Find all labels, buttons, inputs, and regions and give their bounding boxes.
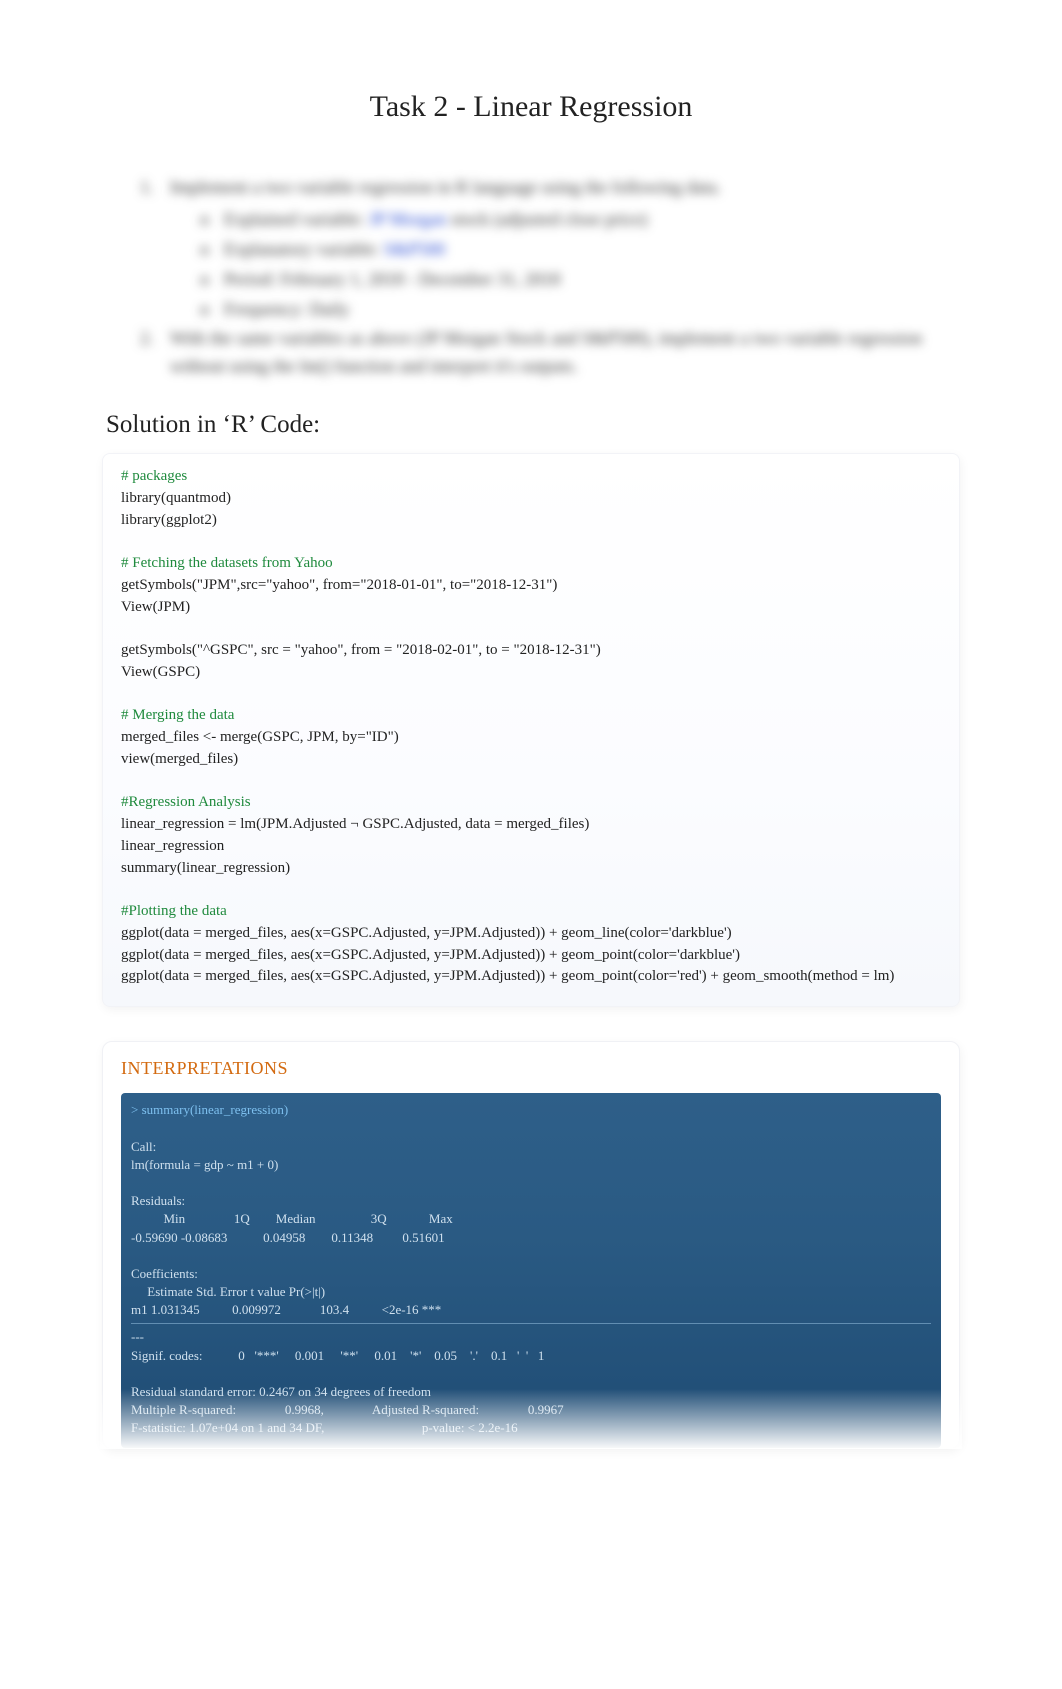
console-line: Residual standard error: 0.2467 on 34 de… (131, 1383, 931, 1401)
code-line: linear_regression (121, 836, 941, 858)
console-line: lm(formula = gdp ~ m1 + 0) (131, 1156, 931, 1174)
console-line (131, 1365, 931, 1383)
question-subitem-text: Frequency: Daily (224, 296, 922, 324)
code-line (121, 684, 941, 706)
console-line: Coefficients: (131, 1265, 931, 1283)
r-console-output: > summary(linear_regression) Call:lm(for… (121, 1093, 941, 1447)
question-block: 1.Implement a two variable regression in… (100, 174, 962, 381)
console-line (131, 1247, 931, 1265)
page: Task 2 - Linear Regression 1.Implement a… (0, 0, 1062, 1689)
code-line: ggplot(data = merged_files, aes(x=GSPC.A… (121, 945, 941, 967)
console-divider (131, 1323, 931, 1324)
code-line (121, 879, 941, 901)
console-line: Min 1Q Median 3Q Max (131, 1210, 931, 1228)
code-line: ggplot(data = merged_files, aes(x=GSPC.A… (121, 923, 941, 945)
code-card: # packageslibrary(quantmod)library(ggplo… (102, 453, 960, 1007)
console-line: --- (131, 1328, 931, 1346)
console-line: > summary(linear_regression) (131, 1101, 931, 1119)
question-text: With the same variables as above (JP Mor… (170, 325, 922, 381)
code-line: getSymbols("JPM",src="yahoo", from="2018… (121, 575, 941, 597)
solution-heading: Solution in ‘R’ Code: (106, 411, 962, 439)
console-line (131, 1119, 931, 1137)
question-subitem: oExplained variable: JP Morgan stock (ad… (200, 206, 922, 234)
code-line (121, 531, 941, 553)
code-line: View(GSPC) (121, 662, 941, 684)
interpretations-card: INTERPRETATIONS > summary(linear_regress… (102, 1041, 960, 1448)
question-subitem: oFrequency: Daily (200, 296, 922, 324)
code-comment: #Plotting the data (121, 901, 941, 923)
question-subitem-text: Explained variable: JP Morgan stock (adj… (224, 206, 922, 234)
code-line (121, 618, 941, 640)
question-subitem-text: Period: February 1, 2018 - December 31, … (224, 266, 922, 294)
console-line: Signif. codes: 0 '***' 0.001 '**' 0.01 '… (131, 1347, 931, 1365)
question-text: Implement a two variable regression in R… (170, 174, 922, 202)
question-item: 1.Implement a two variable regression in… (140, 174, 922, 202)
question-number: 2. (140, 325, 170, 381)
console-line: Call: (131, 1138, 931, 1156)
bullet-icon: o (200, 236, 224, 264)
page-title: Task 2 - Linear Regression (100, 90, 962, 124)
console-line: Multiple R-squared: 0.9968, Adjusted R-s… (131, 1401, 931, 1419)
code-comment: # Fetching the datasets from Yahoo (121, 553, 941, 575)
code-comment: # Merging the data (121, 705, 941, 727)
question-subitem: oExplanatory variable: S&P500 (200, 236, 922, 264)
code-line (121, 771, 941, 793)
question-subitem: oPeriod: February 1, 2018 - December 31,… (200, 266, 922, 294)
code-line: linear_regression = lm(JPM.Adjusted ¬ GS… (121, 814, 941, 836)
question-item: 2.With the same variables as above (JP M… (140, 325, 922, 381)
code-line: View(JPM) (121, 597, 941, 619)
console-line: Estimate Std. Error t value Pr(>|t|) (131, 1283, 931, 1301)
code-line: merged_files <- merge(GSPC, JPM, by="ID"… (121, 727, 941, 749)
bullet-icon: o (200, 206, 224, 234)
code-comment: # packages (121, 466, 941, 488)
console-line (131, 1174, 931, 1192)
interpretations-heading: INTERPRETATIONS (121, 1058, 941, 1079)
bullet-icon: o (200, 296, 224, 324)
question-subitem-text: Explanatory variable: S&P500 (224, 236, 922, 264)
code-line: ggplot(data = merged_files, aes(x=GSPC.A… (121, 966, 941, 988)
code-line: view(merged_files) (121, 749, 941, 771)
console-line: -0.59690 -0.08683 0.04958 0.11348 0.5160… (131, 1229, 931, 1247)
code-line: getSymbols("^GSPC", src = "yahoo", from … (121, 640, 941, 662)
console-line: m1 1.031345 0.009972 103.4 <2e-16 *** (131, 1301, 931, 1319)
console-line: Residuals: (131, 1192, 931, 1210)
code-line: summary(linear_regression) (121, 858, 941, 880)
bullet-icon: o (200, 266, 224, 294)
console-line: F-statistic: 1.07e+04 on 1 and 34 DF, p-… (131, 1419, 931, 1437)
question-number: 1. (140, 174, 170, 202)
code-line: library(ggplot2) (121, 510, 941, 532)
code-line: library(quantmod) (121, 488, 941, 510)
code-comment: #Regression Analysis (121, 792, 941, 814)
